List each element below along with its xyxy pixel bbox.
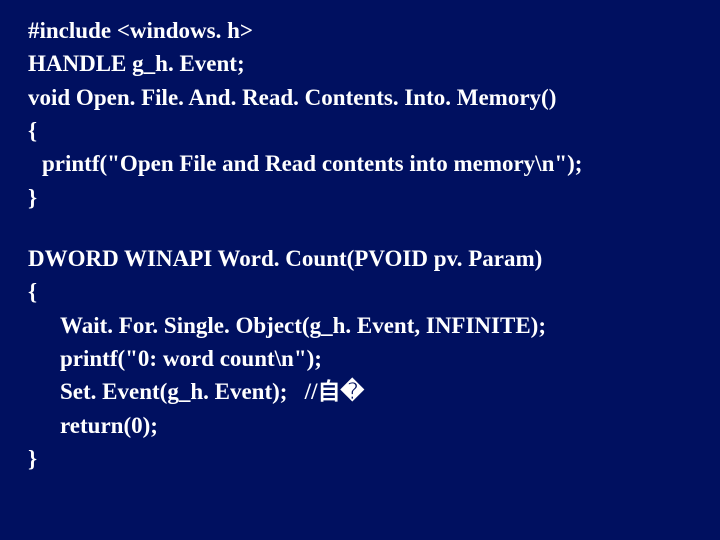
code-line: return(0); [28,409,720,442]
code-line: void Open. File. And. Read. Contents. In… [28,81,720,114]
code-line: { [28,114,720,147]
code-line: Wait. For. Single. Object(g_h. Event, IN… [28,309,720,342]
blank-line [28,214,720,242]
code-line: printf("0: word count\n"); [28,342,720,375]
code-line: HANDLE g_h. Event; [28,47,720,80]
code-line: printf("Open File and Read contents into… [28,147,720,180]
code-line: DWORD WINAPI Word. Count(PVOID pv. Param… [28,242,720,275]
code-line: { [28,275,720,308]
code-line: #include <windows. h> [28,14,720,47]
code-slide: #include <windows. h> HANDLE g_h. Event;… [0,0,720,475]
code-line: } [28,442,720,475]
code-line: Set. Event(g_h. Event); //自� [28,375,720,408]
code-line: } [28,181,720,214]
